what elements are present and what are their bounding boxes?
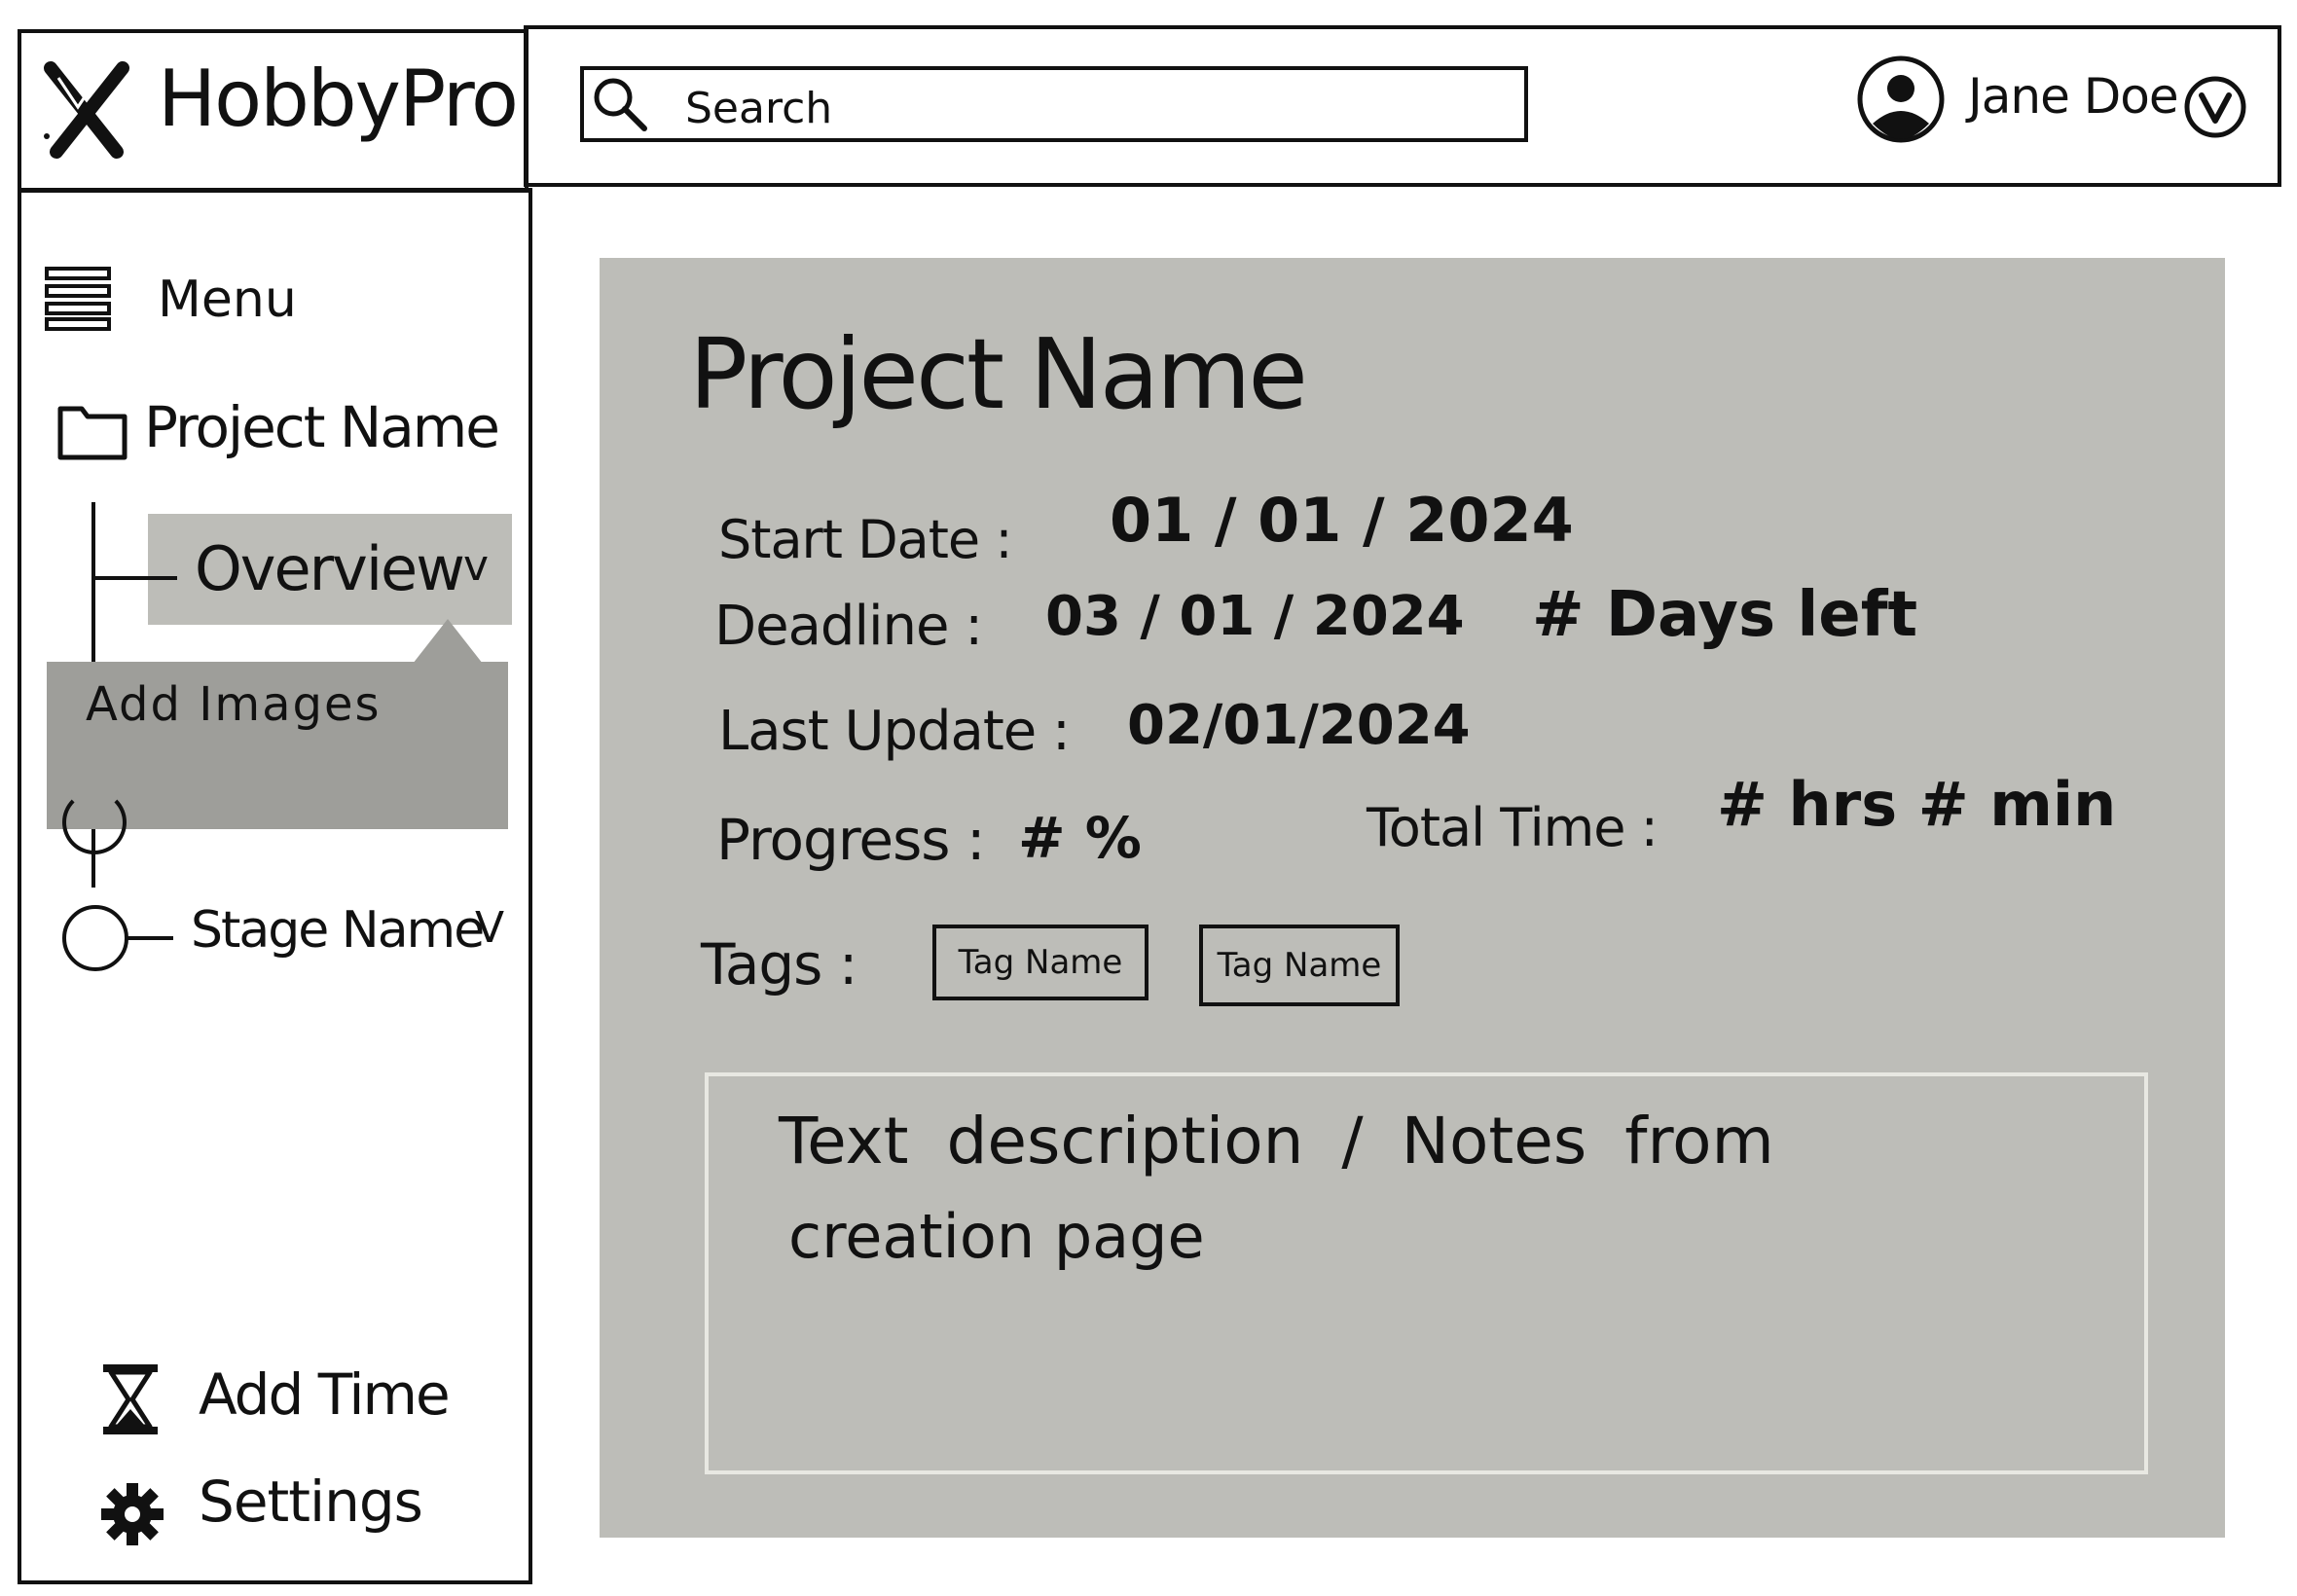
avatar-icon[interactable]	[1855, 54, 1947, 145]
hamburger-icon[interactable]	[43, 265, 115, 333]
search-icon	[594, 78, 647, 131]
add-time-button[interactable]: Add Time	[199, 1366, 451, 1423]
start-date-value: 01 / 01 / 2024	[1110, 485, 1574, 556]
sidebar-project-name[interactable]: Project Name	[144, 399, 500, 455]
total-time-value: # hrs # min	[1717, 769, 2117, 840]
search-input[interactable]: Search	[580, 66, 1528, 142]
stage-connector	[91, 829, 95, 888]
notes-line-1: Text description / Notes from	[779, 1104, 1774, 1179]
progress-value: # %	[1018, 805, 1142, 871]
progress-label: Progress :	[716, 807, 985, 873]
total-time-label: Total Time :	[1367, 797, 1659, 858]
menu-label[interactable]: Menu	[158, 274, 297, 325]
stage-node-icon	[62, 905, 128, 971]
user-name[interactable]: Jane Doe	[1968, 72, 2179, 121]
tag-chip[interactable]: Tag Name	[1199, 925, 1400, 1006]
sidebar-item-overview-label: Overview	[195, 533, 465, 604]
tag-chip[interactable]: Tag Name	[932, 925, 1148, 1000]
tree-line	[91, 502, 95, 662]
gear-icon	[101, 1483, 164, 1545]
app-name[interactable]: HobbyPro	[158, 60, 519, 138]
last-update-label: Last Update :	[718, 700, 1071, 763]
menu-item-add-images[interactable]: Add Images	[86, 681, 382, 728]
search-placeholder: Search	[685, 84, 833, 133]
logo-icon	[44, 61, 129, 159]
stage-branch	[127, 936, 173, 940]
sidebar-item-stage[interactable]: Stage Name	[191, 905, 485, 956]
tags-label: Tags :	[701, 931, 857, 998]
hourglass-icon	[103, 1364, 158, 1434]
days-left: # Days left	[1532, 579, 1918, 651]
overview-chevron[interactable]: v	[463, 545, 489, 588]
tree-branch	[91, 576, 177, 580]
settings-button[interactable]: Settings	[199, 1473, 423, 1530]
stage-chevron[interactable]: V	[475, 907, 504, 950]
popup-arrow	[413, 619, 483, 664]
notes-line-2: creation page	[788, 1201, 1205, 1272]
folder-icon	[57, 406, 128, 460]
last-update-value: 02/01/2024	[1127, 694, 1471, 757]
start-date-label: Start Date :	[718, 509, 1013, 570]
deadline-label: Deadline :	[714, 595, 983, 658]
page-title: Project Name	[689, 317, 1308, 431]
deadline-value: 03 / 01 / 2024	[1045, 585, 1465, 648]
chevron-down-icon[interactable]	[2182, 74, 2248, 140]
